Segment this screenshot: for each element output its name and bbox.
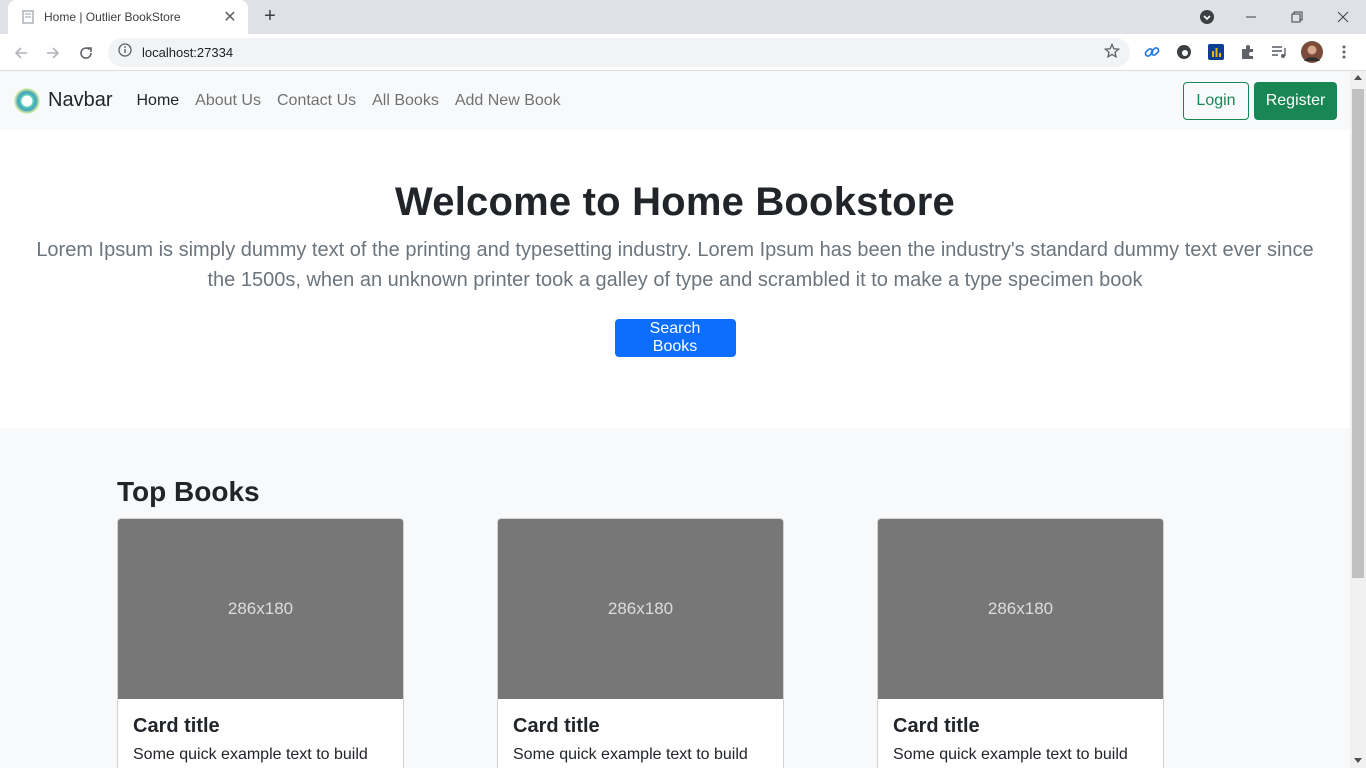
bookmark-star-icon[interactable] xyxy=(1103,42,1121,64)
card-image-label: 286x180 xyxy=(987,599,1054,618)
profile-avatar[interactable] xyxy=(1301,41,1323,63)
tab-search-icon[interactable] xyxy=(1184,0,1230,34)
card-body: Card title Some quick example text to bu… xyxy=(118,699,403,768)
extensions-puzzle-icon[interactable] xyxy=(1237,41,1259,63)
card-title: Card title xyxy=(513,715,600,737)
auth-buttons: Login Register xyxy=(1183,81,1337,120)
book-card[interactable]: 286x180 Card title Some quick example te… xyxy=(877,518,1164,768)
nav-link-home[interactable]: Home xyxy=(136,92,179,110)
brand-text: Navbar xyxy=(48,89,113,111)
nav-link-add-new-book[interactable]: Add New Book xyxy=(455,92,561,110)
close-tab-icon[interactable]: ✕ xyxy=(222,7,238,27)
tab-title: Home | Outlier BookStore xyxy=(44,10,181,24)
forward-arrow-icon[interactable] xyxy=(40,40,66,66)
link-extension-icon[interactable] xyxy=(1141,41,1163,63)
top-books-heading: Top Books xyxy=(117,476,260,507)
browser-tab[interactable]: Home | Outlier BookStore ✕ xyxy=(8,0,248,34)
site-navbar: Navbar Home About Us Contact Us All Book… xyxy=(0,71,1350,130)
card-image-label: 286x180 xyxy=(227,599,294,618)
nav-link-about-us[interactable]: About Us xyxy=(195,92,261,110)
register-button[interactable]: Register xyxy=(1254,81,1337,120)
address-bar[interactable]: localhost:27334 xyxy=(108,38,1130,67)
page-icon xyxy=(20,9,36,25)
browser-toolbar: localhost:27334 xyxy=(0,34,1366,71)
edge-extension-icon[interactable] xyxy=(1173,41,1195,63)
navbar-brand[interactable]: Navbar xyxy=(14,87,113,114)
nav-link-all-books[interactable]: All Books xyxy=(372,92,439,110)
browser-tabstrip: Home | Outlier BookStore ✕ + xyxy=(0,0,1366,34)
brand-logo-icon xyxy=(14,87,40,114)
reload-icon[interactable] xyxy=(73,40,99,66)
restore-icon[interactable] xyxy=(1274,0,1320,34)
login-button[interactable]: Login xyxy=(1183,81,1249,120)
scroll-down-arrow-icon[interactable] xyxy=(1354,758,1362,763)
site-info-icon[interactable] xyxy=(118,43,132,62)
scroll-up-arrow-icon[interactable] xyxy=(1354,75,1362,80)
browser-menu-icon[interactable] xyxy=(1333,41,1355,63)
page-scrollbar[interactable] xyxy=(1350,71,1366,768)
top-books-section: Top Books 286x180 Card title Some quick … xyxy=(0,428,1350,768)
media-playlist-icon[interactable] xyxy=(1268,41,1290,63)
scrollbar-thumb[interactable] xyxy=(1352,89,1364,578)
search-books-button[interactable]: Search Books xyxy=(614,319,736,357)
hero-title: Welcome to Home Bookstore xyxy=(395,180,955,224)
url-text[interactable]: localhost:27334 xyxy=(142,45,233,60)
card-title: Card title xyxy=(893,715,980,737)
page-viewport: Navbar Home About Us Contact Us All Book… xyxy=(0,71,1350,768)
card-body: Card title Some quick example text to bu… xyxy=(498,699,783,768)
card-text: Some quick example text to build xyxy=(893,746,1128,763)
book-card[interactable]: 286x180 Card title Some quick example te… xyxy=(117,518,404,768)
analytics-extension-icon[interactable] xyxy=(1205,41,1227,63)
card-image-label: 286x180 xyxy=(607,599,674,618)
card-image-placeholder: 286x180 xyxy=(878,519,1163,699)
close-window-icon[interactable] xyxy=(1320,0,1366,34)
minimize-icon[interactable] xyxy=(1228,0,1274,34)
book-card[interactable]: 286x180 Card title Some quick example te… xyxy=(497,518,784,768)
new-tab-button[interactable]: + xyxy=(258,5,282,29)
card-image-placeholder: 286x180 xyxy=(118,519,403,699)
nav-link-contact-us[interactable]: Contact Us xyxy=(277,92,356,110)
hero-text: Lorem Ipsum is simply dummy text of the … xyxy=(36,239,1314,291)
card-image-placeholder: 286x180 xyxy=(498,519,783,699)
card-text: Some quick example text to build xyxy=(133,746,368,763)
hero-section: Welcome to Home Bookstore Lorem Ipsum is… xyxy=(0,130,1350,428)
card-body: Card title Some quick example text to bu… xyxy=(878,699,1163,768)
back-arrow-icon[interactable] xyxy=(8,40,34,66)
card-title: Card title xyxy=(133,715,220,737)
card-text: Some quick example text to build xyxy=(513,746,748,763)
